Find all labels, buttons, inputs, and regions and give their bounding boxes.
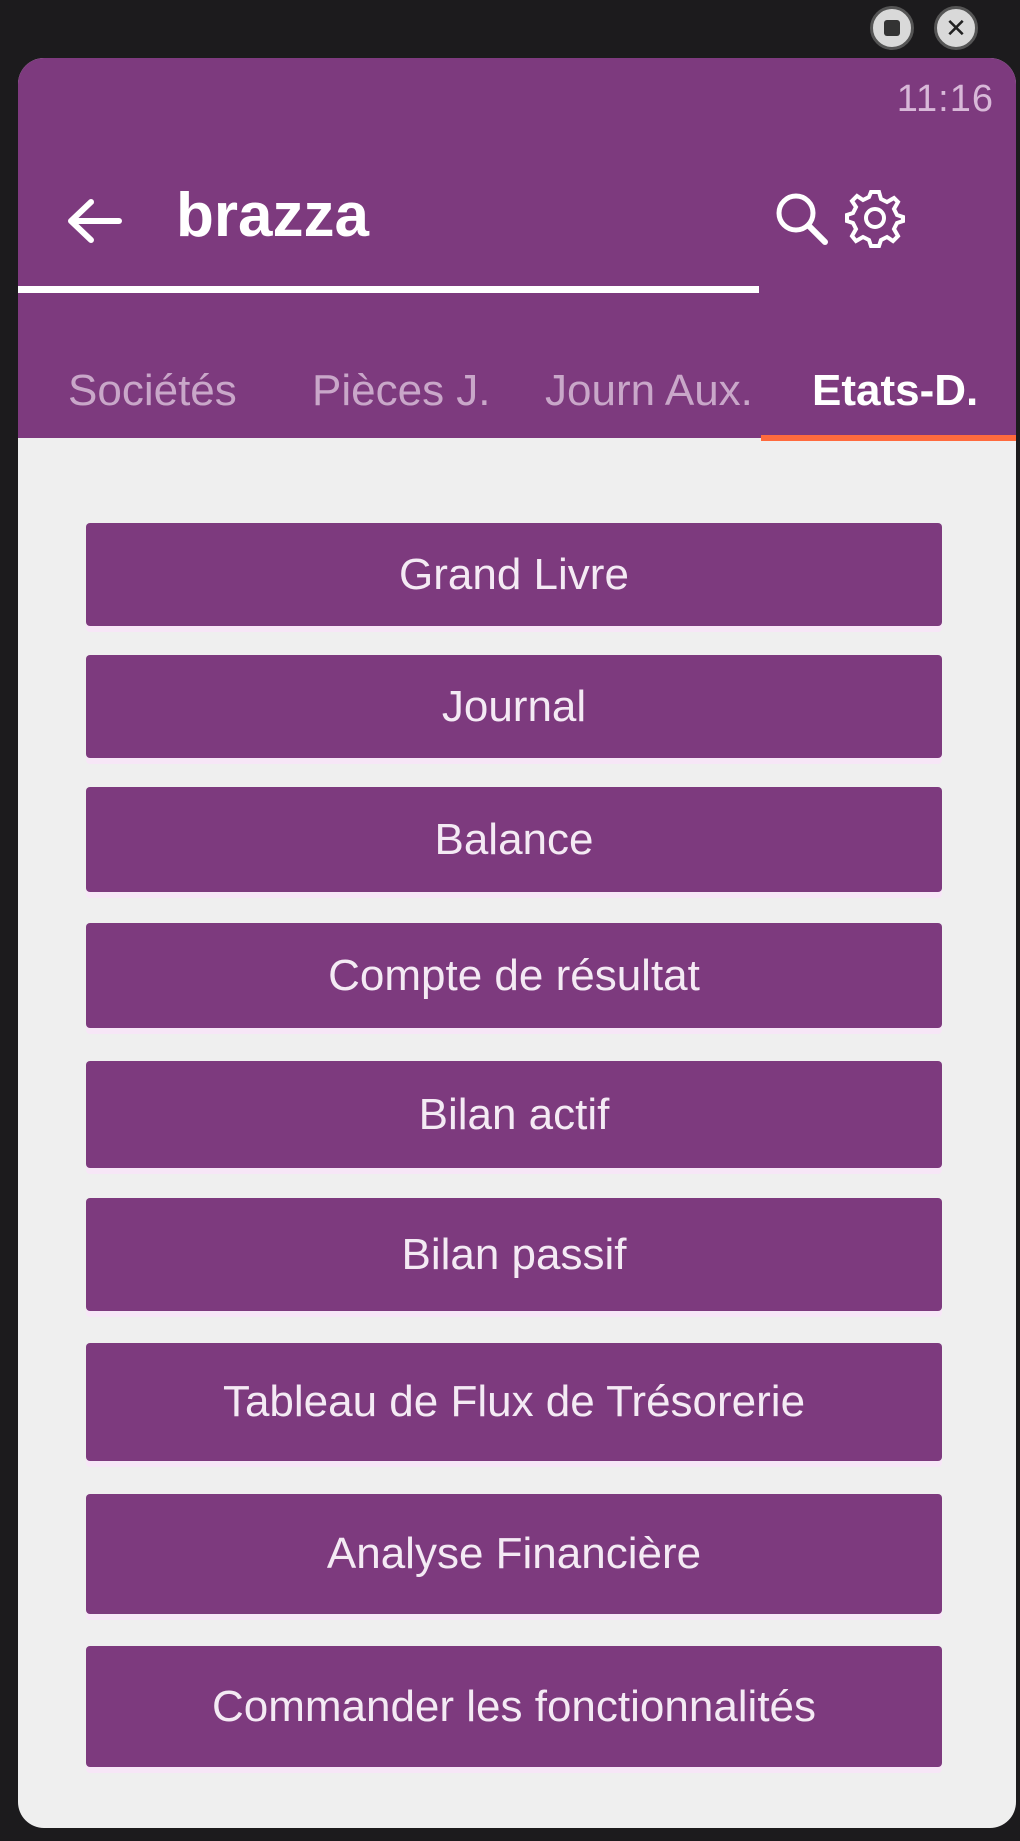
search-button[interactable]	[766, 183, 836, 253]
square-dot-icon	[884, 20, 900, 36]
window-close-button[interactable]: ✕	[934, 6, 978, 50]
tab-pieces[interactable]: Pièces J.	[312, 366, 491, 416]
page-title: brazza	[176, 181, 369, 250]
analyse-financiere-button[interactable]: Analyse Financière	[86, 1494, 942, 1614]
tableau-flux-tresorerie-button[interactable]: Tableau de Flux de Trésorerie	[86, 1343, 942, 1461]
balance-button[interactable]: Balance	[86, 787, 942, 892]
active-tab-indicator	[761, 435, 1016, 441]
app-header: 11:16 brazza Sociétés Pièces J. Journ Au…	[18, 58, 1016, 441]
window-minimize-button[interactable]	[870, 6, 914, 50]
settings-button[interactable]	[840, 183, 910, 253]
compte-de-resultat-button[interactable]: Compte de résultat	[86, 923, 942, 1028]
header-divider	[18, 286, 759, 293]
tab-etats[interactable]: Etats-D.	[812, 366, 978, 416]
gear-icon	[845, 190, 905, 248]
close-icon: ✕	[945, 12, 967, 43]
status-time: 11:16	[896, 78, 994, 120]
tab-bar: Sociétés Pièces J. Journ Aux. Etats-D.	[30, 296, 1016, 438]
back-button[interactable]	[58, 186, 128, 256]
bilan-actif-button[interactable]: Bilan actif	[86, 1061, 942, 1168]
arrow-left-icon	[68, 199, 122, 243]
commander-fonctionnalites-button[interactable]: Commander les fonctionnalités	[86, 1646, 942, 1767]
tab-societes[interactable]: Sociétés	[68, 366, 237, 416]
tab-journ-aux[interactable]: Journ Aux.	[545, 366, 753, 416]
journal-button[interactable]: Journal	[86, 655, 942, 758]
bilan-passif-button[interactable]: Bilan passif	[86, 1198, 942, 1311]
app-frame: 11:16 brazza Sociétés Pièces J. Journ Au…	[18, 58, 1016, 1828]
search-icon	[776, 193, 828, 245]
grand-livre-button[interactable]: Grand Livre	[86, 523, 942, 626]
